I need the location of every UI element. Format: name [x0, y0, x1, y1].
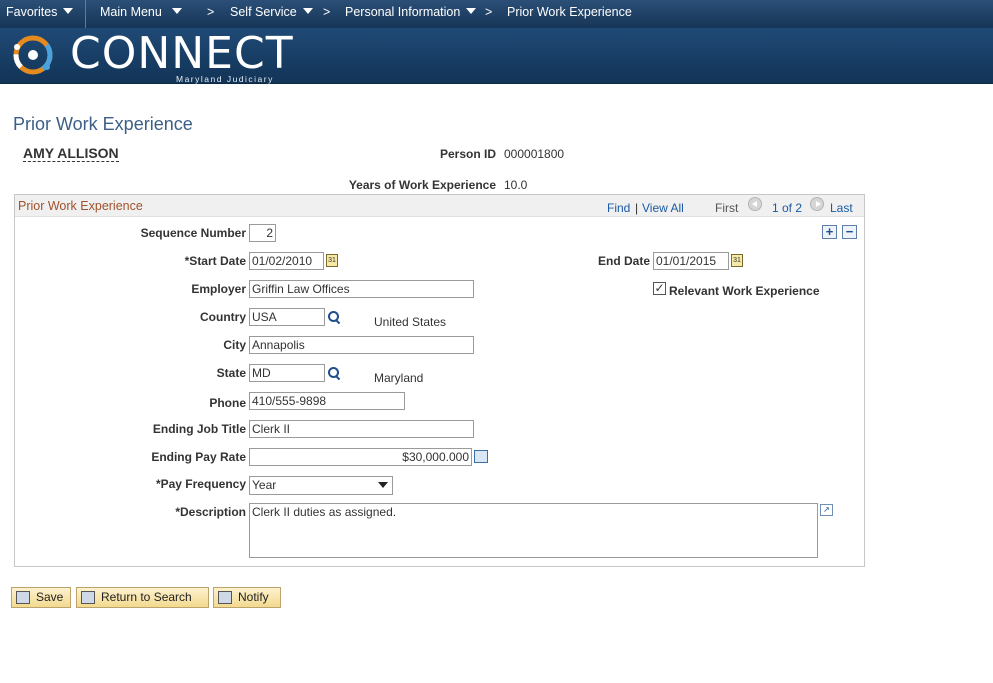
breadcrumb-self-service[interactable]: Self Service — [230, 5, 313, 19]
add-row-button[interactable]: + — [822, 225, 837, 239]
logo-text: CONNECT — [70, 28, 294, 79]
chevron-down-icon — [171, 8, 182, 14]
calculator-icon[interactable] — [474, 450, 488, 463]
breadcrumb-separator-icon: > — [207, 5, 215, 19]
breadcrumb-personal-information[interactable]: Personal Information — [345, 5, 477, 19]
relevant-work-experience-label: Relevant Work Experience — [669, 284, 820, 298]
breadcrumb-separator-icon: > — [485, 5, 493, 19]
city-label: City — [223, 338, 246, 352]
view-all-link[interactable]: View All — [642, 201, 684, 215]
country-input[interactable]: USA — [249, 308, 325, 326]
start-date-input[interactable]: 01/02/2010 — [249, 252, 324, 270]
state-description: Maryland — [374, 371, 424, 385]
save-button[interactable]: Save — [11, 587, 71, 608]
group-header: Prior Work Experience Find | View All Fi… — [15, 195, 864, 217]
personal-information-label: Personal Information — [345, 5, 461, 19]
ending-job-title-input[interactable]: Clerk II — [249, 420, 474, 438]
sequence-number-label: Sequence Number — [140, 226, 246, 240]
breadcrumb-current: Prior Work Experience — [507, 5, 632, 19]
connect-logo-icon — [13, 35, 53, 75]
chevron-down-icon — [466, 8, 477, 14]
ending-pay-rate-input[interactable]: $30,000.000 — [249, 448, 472, 466]
pay-frequency-value: Year — [252, 478, 277, 492]
pay-frequency-label: *Pay Frequency — [155, 477, 246, 491]
calendar-icon[interactable]: 31 — [731, 254, 743, 267]
first-label: First — [715, 201, 739, 215]
page-title: Prior Work Experience — [13, 114, 193, 134]
logo-subtitle: Maryland Judiciary — [176, 74, 274, 84]
start-date-label: *Start Date — [184, 254, 246, 268]
find-link[interactable]: Find — [607, 201, 630, 215]
end-date-label: End Date — [597, 254, 650, 268]
next-icon[interactable] — [810, 197, 824, 211]
main-menu[interactable]: Main Menu — [100, 5, 182, 19]
notify-label: Notify — [238, 590, 269, 604]
years-experience-value: 10.0 — [504, 178, 528, 192]
search-icon[interactable] — [327, 310, 341, 324]
years-experience-label: Years of Work Experience — [348, 178, 496, 192]
employer-label: Employer — [191, 282, 246, 296]
calendar-icon[interactable]: 31 — [326, 254, 338, 267]
main-menu-label: Main Menu — [100, 5, 162, 19]
search-icon[interactable] — [327, 366, 341, 380]
state-input[interactable]: MD — [249, 364, 325, 382]
pay-frequency-select[interactable]: Year — [249, 476, 393, 495]
favorites-menu[interactable]: Favorites — [6, 5, 74, 19]
phone-label: Phone — [209, 396, 246, 410]
link-divider: | — [635, 201, 639, 215]
previous-icon[interactable] — [748, 197, 762, 211]
self-service-label: Self Service — [230, 5, 297, 19]
expand-icon[interactable]: ↗ — [820, 504, 833, 516]
city-input[interactable]: Annapolis — [249, 336, 474, 354]
group-title: Prior Work Experience — [18, 199, 143, 213]
description-textarea[interactable]: Clerk II duties as assigned. — [249, 503, 818, 558]
return-to-search-label: Return to Search — [101, 590, 192, 604]
person-id-label: Person ID — [439, 147, 496, 161]
country-label: Country — [200, 310, 246, 324]
chevron-down-icon — [63, 8, 74, 14]
nav-divider — [85, 0, 86, 28]
person-name: AMY ALLISON — [23, 145, 119, 162]
row-count: 1 of 2 — [772, 201, 803, 215]
delete-row-button[interactable]: − — [842, 225, 857, 239]
relevant-work-experience-checkbox[interactable]: ✓ — [653, 282, 666, 295]
favorites-label: Favorites — [6, 5, 58, 19]
country-description: United States — [374, 315, 447, 329]
notify-button[interactable]: Notify — [213, 587, 281, 608]
phone-input[interactable]: 410/555-9898 — [249, 392, 405, 410]
save-icon — [16, 591, 30, 604]
person-id-value: 000001800 — [504, 147, 565, 161]
state-label: State — [216, 366, 246, 380]
search-icon — [81, 591, 95, 604]
sequence-number-input[interactable]: 2 — [249, 224, 276, 242]
chevron-down-icon — [378, 482, 388, 488]
return-to-search-button[interactable]: Return to Search — [76, 587, 209, 608]
breadcrumb-separator-icon: > — [323, 5, 331, 19]
save-label: Save — [36, 590, 64, 604]
last-link[interactable]: Last — [830, 201, 853, 215]
ending-pay-rate-label: Ending Pay Rate — [151, 450, 246, 464]
ending-job-title-label: Ending Job Title — [152, 422, 246, 436]
notify-icon — [218, 591, 232, 604]
employer-input[interactable]: Griffin Law Offices — [249, 280, 474, 298]
chevron-down-icon — [302, 8, 313, 14]
description-label: *Description — [175, 505, 246, 519]
end-date-input[interactable]: 01/01/2015 — [653, 252, 729, 270]
top-navigation: Favorites Main Menu > Self Service > Per… — [0, 0, 993, 28]
